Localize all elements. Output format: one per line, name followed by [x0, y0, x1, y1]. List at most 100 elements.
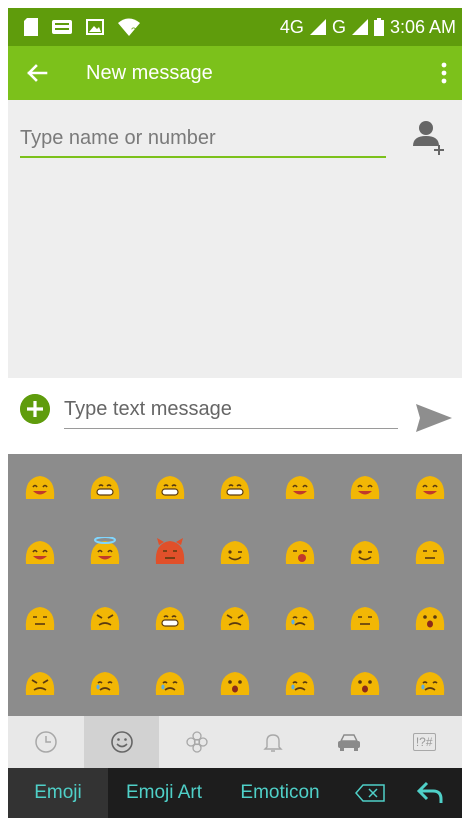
- sd-card-icon: [24, 18, 38, 36]
- network-4g-label: 4G: [279, 16, 304, 37]
- message-bar: [8, 378, 462, 454]
- frowning-face-icon: [26, 672, 55, 696]
- emoji-key-grinning-face[interactable]: [73, 454, 138, 520]
- grinning-face-icon: [91, 475, 120, 499]
- emoji-key-winking-face[interactable]: [203, 520, 268, 586]
- emoji-key-confused-face[interactable]: [8, 585, 73, 651]
- clock-time: 3:06 AM: [389, 16, 456, 37]
- angry-face-icon: [91, 606, 120, 630]
- emoji-key-anguished-face[interactable]: [203, 651, 268, 717]
- emoji-key-grimacing-face[interactable]: [203, 454, 268, 520]
- battery-icon: [373, 18, 384, 36]
- emoji-grid: [8, 454, 462, 716]
- network-g-label: G: [331, 16, 346, 37]
- emoji-key-smirking-face[interactable]: [332, 520, 397, 586]
- clock-icon: [35, 731, 57, 753]
- crying-face-icon: [285, 606, 315, 630]
- emoji-key-crying-face[interactable]: [267, 585, 332, 651]
- surprised-face-icon: [415, 606, 444, 630]
- emoji-key-persevering-face[interactable]: [203, 585, 268, 651]
- smiley-icon: [110, 731, 133, 753]
- emoticon-tab-button[interactable]: Emoticon: [220, 768, 340, 818]
- emoji-key-angry-face[interactable]: [73, 585, 138, 651]
- emoji-key-frowning-face[interactable]: [8, 651, 73, 717]
- symbols-label: !?#: [412, 733, 436, 751]
- attach-plus-icon[interactable]: [20, 394, 50, 424]
- screaming-face-icon: [350, 672, 379, 696]
- devil-face-icon: [155, 538, 185, 565]
- laughing-face-2-icon: [415, 475, 444, 499]
- status-bar: ? 4G G 3:06 AM: [8, 8, 462, 46]
- smiling-face-icon: [26, 475, 55, 499]
- emoji-key-unamused-face[interactable]: [397, 520, 462, 586]
- unamused-face-icon: [415, 541, 444, 565]
- persevering-face-icon: [220, 606, 250, 630]
- grinning-face-2-icon: [155, 475, 185, 499]
- grimacing-face-icon: [220, 475, 250, 499]
- image-icon: [86, 19, 104, 35]
- emoji-key-smiling-blob[interactable]: [267, 454, 332, 520]
- emoji-key-sobbing-face[interactable]: [397, 651, 462, 717]
- recipient-input[interactable]: [20, 120, 386, 158]
- enter-button[interactable]: [400, 768, 462, 818]
- bell-icon: [263, 734, 283, 752]
- emoji-key-surprised-face[interactable]: [397, 585, 462, 651]
- tab-objects[interactable]: [235, 716, 311, 768]
- tongue-out-face-icon: [285, 541, 315, 565]
- svg-text:?: ?: [131, 26, 136, 36]
- app-bar: New message: [8, 46, 462, 100]
- emoji-key-screaming-face[interactable]: [332, 651, 397, 717]
- wifi-icon: ?: [118, 18, 140, 36]
- car-icon: [337, 734, 360, 751]
- sleeping-face-icon: [350, 606, 379, 630]
- flower-icon: [186, 731, 208, 753]
- send-icon[interactable]: [414, 398, 454, 438]
- emoji-key-smiling-face[interactable]: [8, 454, 73, 520]
- tab-smileys[interactable]: [83, 716, 160, 768]
- emoji-key-devil-face[interactable]: [138, 520, 203, 586]
- arrow-left-icon[interactable]: [22, 58, 52, 88]
- emoji-key-tongue-out-face[interactable]: [267, 520, 332, 586]
- emoji-key-sleeping-face[interactable]: [332, 585, 397, 651]
- laughing-squint-icon: [26, 541, 55, 565]
- tab-nature[interactable]: [159, 716, 235, 768]
- emoji-key-laughing-face[interactable]: [332, 454, 397, 520]
- backspace-icon: [355, 784, 385, 802]
- add-contact-icon[interactable]: [412, 118, 446, 158]
- emoji-category-tabs: !?#: [8, 716, 462, 768]
- tab-recent[interactable]: [8, 716, 84, 768]
- emoji-art-tab-button[interactable]: Emoji Art: [108, 768, 220, 818]
- message-input[interactable]: [64, 390, 398, 429]
- halo-face-icon: [91, 537, 120, 565]
- grimacing-face-2-icon: [155, 606, 185, 630]
- emoji-key-halo-face[interactable]: [73, 520, 138, 586]
- tearful-face-icon: [91, 672, 120, 696]
- emoji-key-grinning-face-2[interactable]: [138, 454, 203, 520]
- anguished-face-icon: [220, 672, 250, 696]
- backspace-button[interactable]: [340, 768, 400, 818]
- tab-places[interactable]: [311, 716, 387, 768]
- signal-icon: [309, 19, 326, 35]
- emoji-key-tearful-face[interactable]: [73, 651, 138, 717]
- conversation-area: [8, 100, 462, 378]
- emoji-key-sad-face[interactable]: [138, 651, 203, 717]
- emoji-key-grimacing-face-2[interactable]: [138, 585, 203, 651]
- more-vert-icon[interactable]: [440, 62, 448, 84]
- disappointed-face-icon: [285, 672, 315, 696]
- emoji-tab-button[interactable]: Emoji: [8, 768, 108, 818]
- sad-face-icon: [155, 672, 185, 696]
- emoji-key-disappointed-face[interactable]: [267, 651, 332, 717]
- tab-symbols[interactable]: !?#: [386, 716, 462, 768]
- return-arrow-icon: [417, 781, 443, 803]
- page-title: New message: [86, 62, 213, 84]
- smiling-blob-icon: [285, 475, 315, 499]
- emoji-key-laughing-squint[interactable]: [8, 520, 73, 586]
- keyboard-icon: [52, 20, 72, 34]
- signal-icon: [351, 19, 368, 35]
- sobbing-face-icon: [415, 672, 444, 696]
- winking-face-icon: [220, 541, 250, 565]
- confused-face-icon: [26, 606, 55, 630]
- smirking-face-icon: [350, 541, 379, 565]
- keyboard-bottom-bar: Emoji Emoji Art Emoticon: [8, 768, 462, 818]
- emoji-key-laughing-face-2[interactable]: [397, 454, 462, 520]
